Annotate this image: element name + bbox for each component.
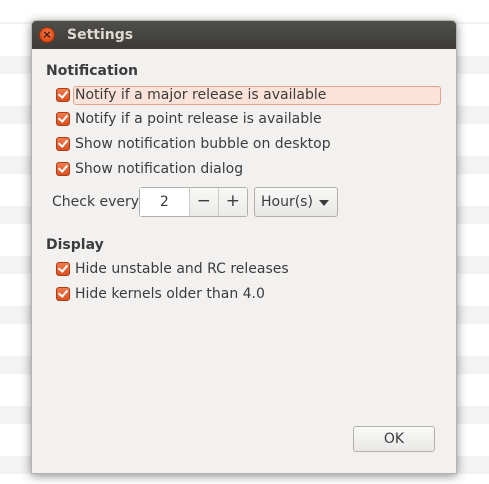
increment-button[interactable]: + — [217, 188, 247, 216]
ok-button[interactable]: OK — [353, 426, 435, 452]
show-bubble-option[interactable]: Show notification bubble on desktop — [56, 134, 335, 154]
decrement-button[interactable]: − — [188, 188, 218, 216]
settings-dialog: × Settings Notification Notify if a majo… — [31, 20, 457, 474]
chevron-down-icon — [319, 200, 329, 206]
interval-input[interactable]: 2 — [140, 188, 189, 216]
checkbox-checked-icon[interactable] — [56, 137, 70, 151]
notify-major-release-label: Notify if a major release is available — [75, 87, 327, 103]
interval-unit-select[interactable]: Hour(s) — [254, 187, 338, 217]
hide-old-kernels-label: Hide kernels older than 4.0 — [75, 286, 265, 302]
close-icon[interactable]: × — [39, 27, 55, 43]
notification-section-header: Notification — [46, 63, 139, 79]
title-bar: × Settings — [32, 21, 456, 49]
notify-point-release-option[interactable]: Notify if a point release is available — [56, 109, 326, 129]
hide-old-kernels-option[interactable]: Hide kernels older than 4.0 — [56, 284, 269, 304]
interval-stepper: 2 − + — [139, 187, 248, 217]
show-dialog-option[interactable]: Show notification dialog — [56, 159, 247, 179]
hide-unstable-option[interactable]: Hide unstable and RC releases — [56, 259, 293, 279]
display-section-header: Display — [46, 237, 104, 253]
hide-unstable-label: Hide unstable and RC releases — [75, 261, 289, 277]
show-bubble-label: Show notification bubble on desktop — [75, 136, 331, 152]
window-title: Settings — [67, 27, 134, 43]
show-dialog-label: Show notification dialog — [75, 161, 244, 177]
notify-point-release-label: Notify if a point release is available — [75, 111, 322, 127]
check-every-label: Check every — [52, 194, 140, 210]
checkbox-checked-icon[interactable] — [56, 287, 70, 301]
checkbox-checked-icon[interactable] — [56, 88, 70, 102]
interval-unit-value: Hour(s) — [261, 194, 313, 210]
checkbox-checked-icon[interactable] — [56, 262, 70, 276]
checkbox-checked-icon[interactable] — [56, 112, 70, 126]
checkbox-checked-icon[interactable] — [56, 162, 70, 176]
notify-major-release-option[interactable]: Notify if a major release is available — [56, 85, 330, 105]
